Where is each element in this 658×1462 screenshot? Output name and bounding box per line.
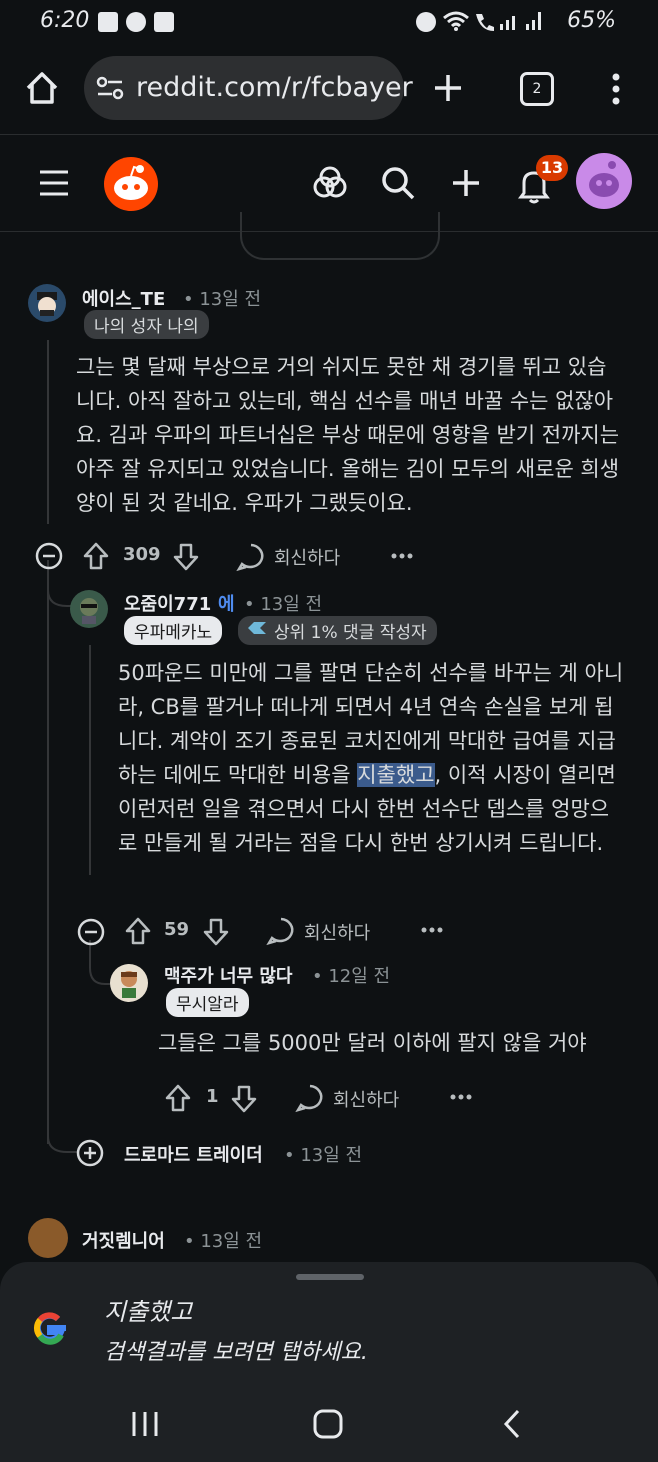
signal-icon	[500, 16, 515, 30]
comment-time: • 13일 전	[244, 594, 323, 615]
commenter-avatar[interactable]	[70, 590, 108, 628]
snoo-avatar-icon	[589, 161, 619, 197]
more-options-icon[interactable]	[420, 926, 444, 934]
snoo-icon	[114, 165, 148, 200]
commenter-avatar[interactable]	[28, 284, 66, 322]
collapsed-username[interactable]: 드로마드 트레이더	[124, 1141, 263, 1167]
status-time: 6:20	[40, 8, 90, 33]
browser-toolbar: reddit.com/r/fcbayer 2	[0, 42, 658, 135]
vote-count: 59	[164, 919, 190, 940]
search-term[interactable]: 지출했고	[104, 1292, 192, 1327]
alarm-icon	[126, 12, 146, 32]
google-search-sheet[interactable]: 지출했고 검색결과를 보려면 탭하세요.	[0, 1262, 658, 1462]
more-options-icon[interactable]	[390, 552, 414, 560]
user-flair: 무시알라	[166, 988, 249, 1017]
top-commenter-icon	[248, 622, 266, 634]
recent-apps-icon[interactable]	[130, 1410, 160, 1438]
commenter-avatar[interactable]	[28, 1218, 68, 1258]
home-nav-icon[interactable]	[312, 1408, 344, 1440]
thread-line	[47, 340, 49, 524]
upvote-icon[interactable]	[164, 1083, 192, 1113]
comment-body: 그들은 그를 5000만 달러 이하에 팔지 않을 거야	[158, 1031, 587, 1055]
create-post-icon[interactable]	[450, 167, 482, 199]
reply-icon[interactable]	[236, 542, 266, 572]
top-commenter-badge: 상위 1% 댓글 작성자	[238, 616, 437, 645]
comment-username[interactable]: 맥주가 너무 많다	[164, 962, 292, 988]
collapse-icon[interactable]	[76, 917, 106, 947]
upvote-icon[interactable]	[124, 916, 152, 946]
battery-level: 65%	[567, 8, 616, 33]
user-flair: 우파메카노	[124, 616, 223, 645]
search-hint[interactable]: 검색결과를 보려면 탭하세요.	[104, 1334, 368, 1366]
avatar-icon	[80, 598, 98, 624]
downvote-icon[interactable]	[172, 542, 200, 572]
back-icon[interactable]	[500, 1408, 524, 1440]
hamburger-menu-icon[interactable]	[38, 169, 70, 197]
downvote-icon[interactable]	[230, 1084, 258, 1114]
comment-username[interactable]: 오줌이771	[124, 590, 211, 616]
alarm-icon	[416, 12, 436, 32]
avatar-icon	[37, 292, 57, 316]
vote-count: 1	[206, 1086, 219, 1107]
avatar-icon	[121, 971, 137, 998]
url-text[interactable]: reddit.com/r/fcbayer	[136, 72, 413, 103]
notification-badge: 13	[536, 155, 568, 181]
reply-button[interactable]: 회신하다	[333, 1086, 399, 1112]
reply-icon[interactable]	[295, 1083, 325, 1113]
comment-time: • 12일 전	[312, 966, 391, 987]
reply-icon[interactable]	[266, 916, 296, 946]
comment-time: • 13일 전	[184, 1231, 263, 1252]
status-bar: 6:20 65%	[0, 0, 658, 42]
comment-time: • 13일 전	[183, 289, 262, 310]
popular-icon[interactable]	[312, 165, 348, 201]
wifi-icon	[443, 11, 469, 31]
badge-label: 상위 1% 댓글 작성자	[274, 623, 427, 643]
search-icon[interactable]	[380, 165, 416, 201]
commenter-avatar[interactable]	[110, 964, 148, 1002]
downvote-icon[interactable]	[202, 917, 230, 947]
gallery-icon	[154, 12, 174, 32]
more-menu-icon[interactable]	[606, 72, 626, 106]
sheet-drag-handle[interactable]	[296, 1274, 364, 1280]
user-flair: 나의 성자 나의	[84, 310, 209, 339]
tab-switcher-button[interactable]: 2	[520, 72, 554, 106]
thread-line	[47, 574, 49, 1144]
op-tag: 에	[218, 594, 235, 615]
site-settings-icon[interactable]	[96, 76, 124, 100]
comment-username[interactable]: 에이스_TE	[82, 285, 165, 311]
collapse-icon[interactable]	[34, 541, 64, 571]
google-logo-icon	[34, 1312, 66, 1345]
reddit-logo[interactable]	[104, 157, 158, 211]
thread-connector	[47, 1122, 77, 1153]
reply-button[interactable]: 회신하다	[274, 544, 340, 570]
comment-body: 그는 몇 달째 부상으로 거의 쉬지도 못한 채 경기를 뛰고 있습니다. 아직…	[76, 355, 620, 515]
upvote-icon[interactable]	[82, 541, 110, 571]
expand-icon[interactable]	[76, 1139, 104, 1167]
selected-text[interactable]: 지출했고	[357, 763, 435, 787]
sort-pill[interactable]	[240, 212, 440, 260]
comment-username[interactable]: 거짓렘니어	[82, 1227, 165, 1253]
vote-count: 309	[123, 544, 161, 565]
thread-line	[89, 645, 91, 875]
user-avatar[interactable]	[576, 153, 632, 209]
comment-time: • 13일 전	[284, 1145, 363, 1166]
wifi-call-icon	[476, 14, 494, 31]
home-icon[interactable]	[24, 70, 60, 106]
signal-icon	[526, 12, 541, 30]
comment-body: 50파운드 미만에 그를 팔면 단순히 선수를 바꾸는 게 아니라, CB를 팔…	[118, 656, 626, 860]
more-options-icon[interactable]	[449, 1093, 473, 1101]
new-tab-icon[interactable]	[432, 72, 464, 104]
reply-button[interactable]: 회신하다	[304, 919, 370, 945]
teams-icon	[98, 12, 118, 32]
